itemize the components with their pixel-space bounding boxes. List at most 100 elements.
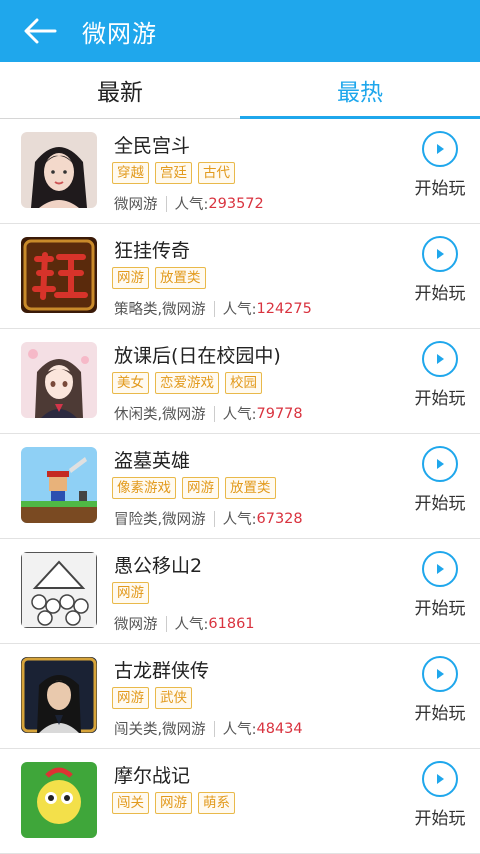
popularity-value: 61861: [208, 615, 255, 632]
start-play-button[interactable]: 开始玩: [410, 131, 470, 199]
start-play-button[interactable]: 开始玩: [410, 341, 470, 409]
divider: [165, 615, 167, 632]
start-play-button[interactable]: 开始玩: [410, 551, 470, 619]
popularity-label: 人气:: [222, 407, 257, 423]
start-play-button[interactable]: 开始玩: [410, 761, 470, 829]
tag-list: 网游 放置类: [112, 267, 206, 289]
game-category: 休闲类,微网游: [114, 407, 206, 423]
tag-list: 像素游戏 网游 放置类: [112, 477, 276, 499]
tag: 校园: [225, 372, 262, 394]
tag: 穿越: [112, 162, 149, 184]
play-icon[interactable]: [422, 656, 458, 692]
popularity-value: 79778: [256, 405, 303, 422]
divider: [213, 405, 215, 422]
game-category: 微网游: [114, 197, 158, 213]
popularity-value: 124275: [256, 300, 312, 317]
divider: [213, 510, 215, 527]
game-thumbnail: [21, 657, 97, 733]
tag: 恋爱游戏: [155, 372, 219, 394]
tag: 美女: [112, 372, 149, 394]
game-meta: 微网游 人气: 61861: [114, 613, 255, 634]
divider: [213, 300, 215, 317]
game-row[interactable]: 全民宫斗 穿越 宫廷 古代 微网游 人气: 293572 开始玩: [0, 119, 480, 224]
start-play-button[interactable]: 开始玩: [410, 446, 470, 514]
game-meta: 微网游 人气: 293572: [114, 193, 264, 214]
game-thumbnail: [21, 762, 97, 838]
tag: 闯关: [112, 792, 149, 814]
game-name: 放课后(日在校园中): [114, 345, 281, 367]
game-row[interactable]: 狂挂传奇 网游 放置类 策略类,微网游 人气: 124275 开始玩: [0, 224, 480, 329]
back-button[interactable]: [0, 0, 80, 62]
back-arrow-icon: [24, 18, 57, 44]
divider: [213, 720, 215, 737]
game-row[interactable]: 摩尔战记 闯关 网游 萌系 开始玩: [0, 749, 480, 854]
tag-list: 穿越 宫廷 古代: [112, 162, 235, 184]
title-bar: 微网游: [0, 0, 480, 62]
game-thumbnail: [21, 237, 97, 313]
tag: 放置类: [225, 477, 276, 499]
game-name: 狂挂传奇: [114, 240, 191, 262]
game-name: 愚公移山2: [114, 555, 203, 577]
play-icon[interactable]: [422, 446, 458, 482]
start-play-button[interactable]: 开始玩: [410, 236, 470, 304]
game-category: 冒险类,微网游: [114, 512, 206, 528]
popularity-label: 人气:: [174, 617, 209, 633]
game-name: 全民宫斗: [114, 135, 191, 157]
popularity-value: 67328: [256, 510, 303, 527]
tag: 网游: [112, 687, 149, 709]
start-play-label[interactable]: 开始玩: [415, 384, 466, 409]
start-play-button[interactable]: 开始玩: [410, 656, 470, 724]
game-meta: 策略类,微网游 人气: 124275: [114, 298, 312, 319]
play-icon[interactable]: [422, 236, 458, 272]
tab-bar: 最新 最热: [0, 62, 480, 119]
tag: 古代: [198, 162, 235, 184]
tag: 放置类: [155, 267, 206, 289]
popularity-label: 人气:: [222, 722, 257, 738]
play-icon[interactable]: [422, 131, 458, 167]
game-thumbnail: [21, 132, 97, 208]
tab-hottest[interactable]: 最热: [240, 62, 480, 119]
tag: 网游: [112, 267, 149, 289]
tag: 像素游戏: [112, 477, 176, 499]
divider: [165, 195, 167, 212]
game-thumbnail: [21, 342, 97, 418]
tag: 网游: [112, 582, 149, 604]
game-meta: 闯关类,微网游 人气: 48434: [114, 718, 303, 739]
game-name: 古龙群侠传: [114, 660, 210, 682]
tag: 宫廷: [155, 162, 192, 184]
game-category: 策略类,微网游: [114, 302, 206, 318]
tag: 武侠: [155, 687, 192, 709]
game-meta: 冒险类,微网游 人气: 67328: [114, 508, 303, 529]
game-row[interactable]: 盗墓英雄 像素游戏 网游 放置类 冒险类,微网游 人气: 67328 开始玩: [0, 434, 480, 539]
play-icon[interactable]: [422, 551, 458, 587]
start-play-label[interactable]: 开始玩: [415, 804, 466, 829]
game-thumbnail: [21, 552, 97, 628]
popularity-label: 人气:: [174, 197, 209, 213]
tag: 萌系: [198, 792, 235, 814]
start-play-label[interactable]: 开始玩: [415, 174, 466, 199]
game-row[interactable]: 古龙群侠传 网游 武侠 闯关类,微网游 人气: 48434 开始玩: [0, 644, 480, 749]
game-list: 全民宫斗 穿越 宫廷 古代 微网游 人气: 293572 开始玩 狂挂传奇 网游…: [0, 119, 480, 854]
start-play-label[interactable]: 开始玩: [415, 594, 466, 619]
start-play-label[interactable]: 开始玩: [415, 489, 466, 514]
popularity-label: 人气:: [222, 512, 257, 528]
game-meta: 休闲类,微网游 人气: 79778: [114, 403, 303, 424]
play-icon[interactable]: [422, 341, 458, 377]
game-row[interactable]: 愚公移山2 网游 微网游 人气: 61861 开始玩: [0, 539, 480, 644]
start-play-label[interactable]: 开始玩: [415, 699, 466, 724]
tab-newest[interactable]: 最新: [0, 62, 240, 118]
game-name: 摩尔战记: [114, 765, 191, 787]
popularity-label: 人气:: [222, 302, 257, 318]
tag: 网游: [155, 792, 192, 814]
start-play-label[interactable]: 开始玩: [415, 279, 466, 304]
game-row[interactable]: 放课后(日在校园中) 美女 恋爱游戏 校园 休闲类,微网游 人气: 79778 …: [0, 329, 480, 434]
tag-list: 闯关 网游 萌系: [112, 792, 235, 814]
page-title: 微网游: [82, 19, 157, 48]
popularity-value: 293572: [208, 195, 264, 212]
game-category: 闯关类,微网游: [114, 722, 206, 738]
game-name: 盗墓英雄: [114, 450, 191, 472]
popularity-value: 48434: [256, 720, 303, 737]
tag-list: 美女 恋爱游戏 校园: [112, 372, 262, 394]
play-icon[interactable]: [422, 761, 458, 797]
game-thumbnail: [21, 447, 97, 523]
